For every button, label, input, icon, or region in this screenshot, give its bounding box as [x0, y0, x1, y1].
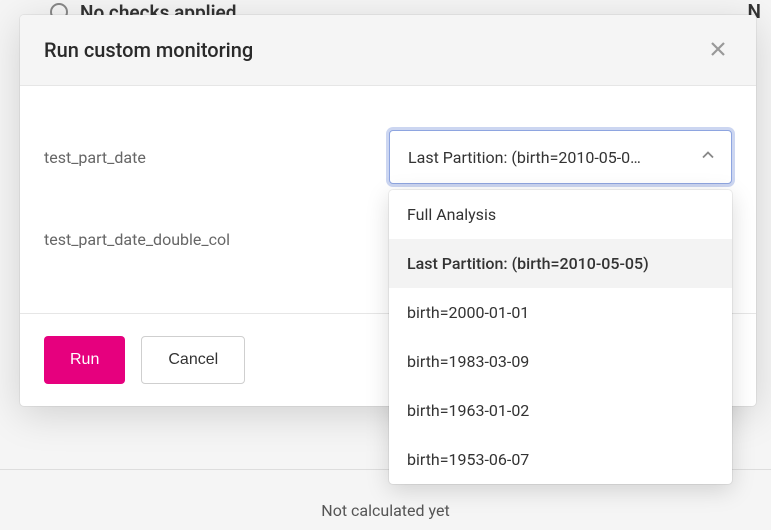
- modal-body: test_part_date Last Partition: (birth=20…: [20, 85, 756, 313]
- modal: Run custom monitoring test_part_date Las…: [20, 15, 756, 406]
- form-row-0: test_part_date Last Partition: (birth=20…: [44, 130, 732, 184]
- dropdown-scroll[interactable]: Full Analysis Last Partition: (birth=201…: [389, 190, 732, 484]
- select-partition-0[interactable]: Last Partition: (birth=2010-05-0…: [389, 130, 732, 184]
- dropdown-option-2000[interactable]: birth=2000-01-01: [389, 288, 732, 337]
- modal-header: Run custom monitoring: [20, 15, 756, 85]
- close-button[interactable]: [704, 37, 732, 63]
- backdrop-bottom-text: Not calculated yet: [0, 501, 771, 520]
- dropdown-option-1983[interactable]: birth=1983-03-09: [389, 337, 732, 386]
- field-label-1: test_part_date_double_col: [44, 230, 389, 249]
- modal-title: Run custom monitoring: [44, 38, 253, 62]
- run-button[interactable]: Run: [44, 336, 125, 384]
- cancel-button[interactable]: Cancel: [141, 336, 245, 384]
- close-icon: [710, 41, 726, 57]
- chevron-up-icon: [701, 148, 715, 167]
- select-wrap-0: Last Partition: (birth=2010-05-0… Full A…: [389, 130, 732, 184]
- field-label-0: test_part_date: [44, 148, 389, 167]
- select-value-0: Last Partition: (birth=2010-05-0…: [408, 148, 687, 167]
- dropdown-option-1953[interactable]: birth=1953-06-07: [389, 435, 732, 484]
- dropdown-menu: Full Analysis Last Partition: (birth=201…: [389, 190, 732, 484]
- dropdown-option-1963[interactable]: birth=1963-01-02: [389, 386, 732, 435]
- dropdown-option-full-analysis[interactable]: Full Analysis: [389, 190, 732, 239]
- dropdown-option-last-partition[interactable]: Last Partition: (birth=2010-05-05): [389, 239, 732, 288]
